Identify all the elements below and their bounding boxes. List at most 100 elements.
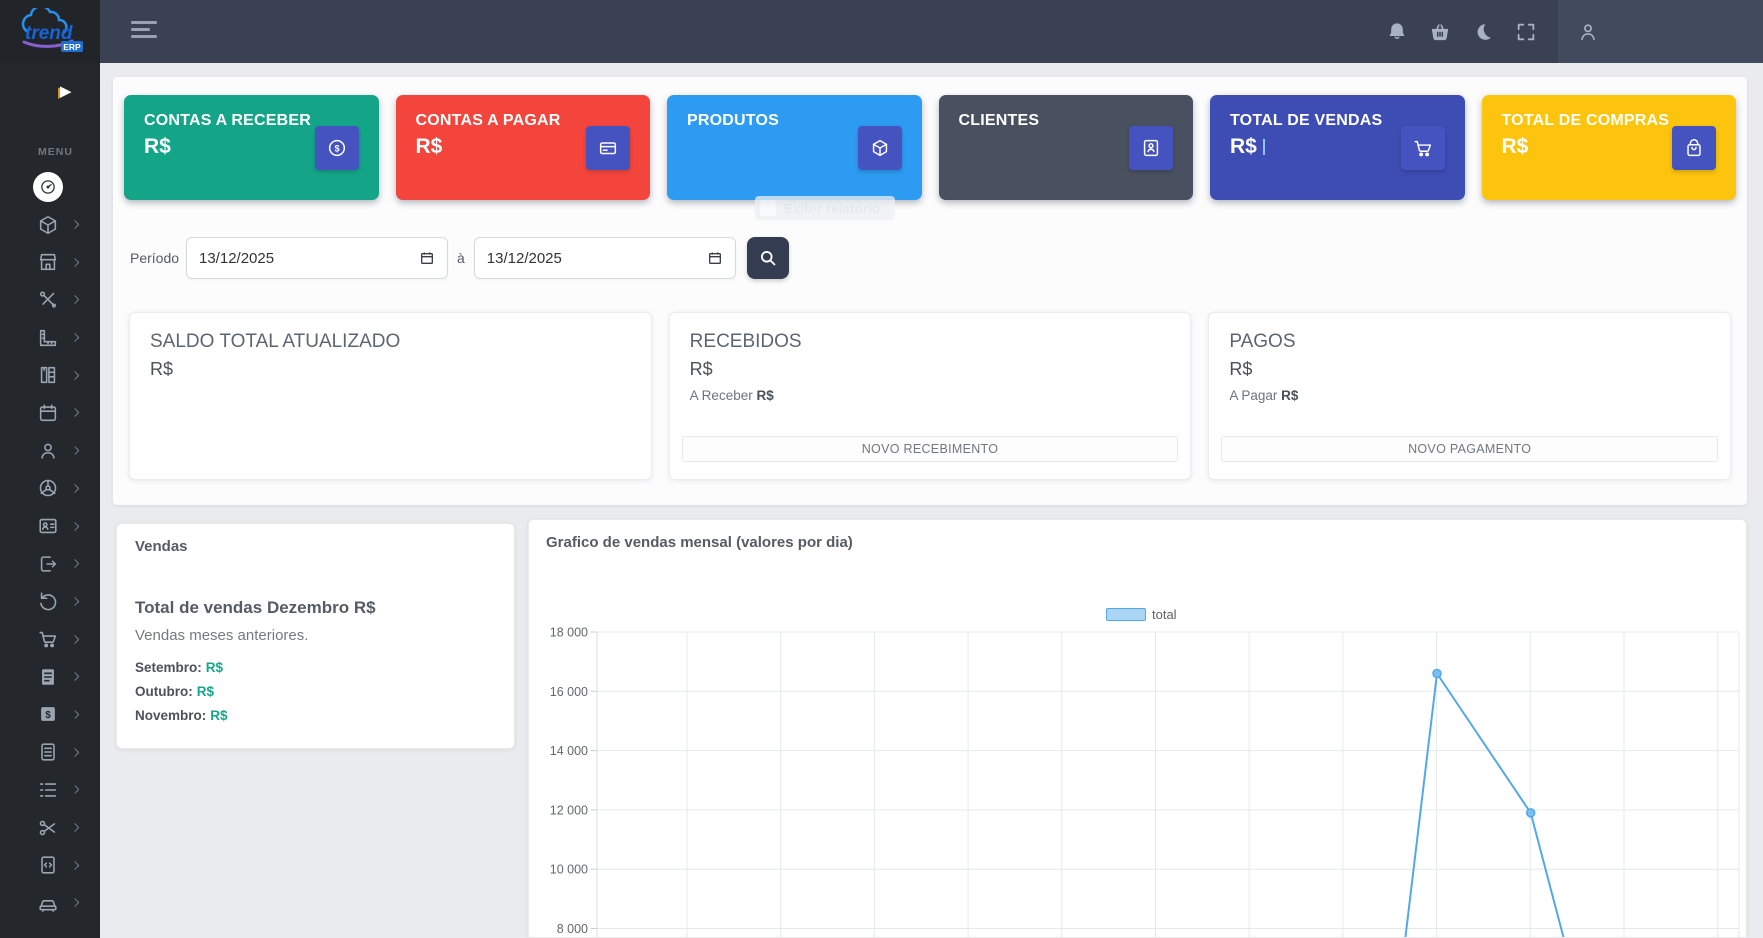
undo-icon xyxy=(36,589,60,613)
search-button[interactable] xyxy=(747,237,789,279)
date-from-input[interactable]: 13/12/2025 xyxy=(186,237,448,279)
sidebar-item-package[interactable] xyxy=(0,206,100,244)
sidebar-item-inventory[interactable] xyxy=(0,356,100,394)
card-title: CONTAS A PAGAR xyxy=(416,112,561,130)
svg-text:$: $ xyxy=(45,710,51,721)
period-separator: à xyxy=(457,250,465,266)
report-icon xyxy=(760,200,776,216)
wheel-icon xyxy=(36,476,60,500)
vendas-title: Vendas xyxy=(135,538,188,555)
notifications-icon[interactable] xyxy=(1385,20,1408,43)
sidebar-item-dashboard[interactable] xyxy=(0,168,100,206)
card-value: R$ xyxy=(144,135,171,159)
sidebar-item-file-code[interactable] xyxy=(0,846,100,884)
sidebar-item-person[interactable] xyxy=(0,432,100,470)
cartw-icon xyxy=(1401,126,1445,170)
sidebar-item-finance[interactable]: $ xyxy=(0,696,100,734)
card-title: CLIENTES xyxy=(959,112,1040,130)
info-cards-row: SALDO TOTAL ATUALIZADOR$RECEBIDOSR$A Rec… xyxy=(129,312,1731,480)
sidebar-item-wheel[interactable] xyxy=(0,470,100,508)
sidebar-item-document-filled[interactable] xyxy=(0,658,100,696)
search-icon xyxy=(758,248,778,268)
dashboard-top-panel: CONTAS A RECEBERR$$CONTAS A PAGARR$PRODU… xyxy=(113,77,1747,505)
invoice-icon xyxy=(36,740,60,764)
summary-card-clientes[interactable]: CLIENTES xyxy=(939,95,1194,200)
card-title: PRODUTOS xyxy=(687,112,779,130)
info-card-title: RECEBIDOS xyxy=(690,331,802,353)
hamburger-menu-icon[interactable] xyxy=(131,21,159,42)
vendas-total: Total de vendas Dezembro R$ xyxy=(135,598,376,618)
cart-icon xyxy=(36,627,60,651)
svg-text:8 000: 8 000 xyxy=(557,922,588,936)
period-filter-row: Período 13/12/2025 à 13/12/2025 xyxy=(130,236,789,280)
chevron-right-icon xyxy=(69,519,83,533)
sidebar-item-cart[interactable] xyxy=(0,620,100,658)
sidebar-item-tools[interactable] xyxy=(0,281,100,319)
info-card-subtitle: A Receber R$ xyxy=(690,388,774,403)
chevron-right-icon xyxy=(69,368,83,382)
summary-card-contas-a-receber[interactable]: CONTAS A RECEBERR$$ xyxy=(124,95,379,200)
app-logo[interactable]: trend ERP xyxy=(0,0,100,63)
sidebar-item-vehicle[interactable] xyxy=(0,884,100,922)
chevron-right-icon xyxy=(69,481,83,495)
sidebar-item-invoice[interactable] xyxy=(0,733,100,771)
card-value: R$ xyxy=(1230,135,1265,159)
summary-card-contas-a-pagar[interactable]: CONTAS A PAGARR$ xyxy=(396,95,651,200)
summary-card-total-de-vendas[interactable]: TOTAL DE VENDAS R$ xyxy=(1210,95,1465,200)
id-card-icon xyxy=(36,514,60,538)
fullscreen-icon[interactable] xyxy=(1514,20,1537,43)
sidebar-item-calendar[interactable] xyxy=(0,394,100,432)
top-header xyxy=(100,0,1763,63)
chevron-right-icon xyxy=(69,707,83,721)
basket-icon[interactable] xyxy=(1428,20,1451,43)
text-cursor xyxy=(1263,139,1265,155)
vehicle-icon xyxy=(36,891,60,915)
dark-mode-icon[interactable] xyxy=(1471,20,1494,43)
user-menu[interactable] xyxy=(1558,0,1763,63)
sidebar-expand-arrow-icon[interactable]: ▶ xyxy=(60,82,72,100)
summary-cards-row: CONTAS A RECEBERR$$CONTAS A PAGARR$PRODU… xyxy=(124,95,1736,200)
inventory-icon xyxy=(36,363,60,387)
pagos-button[interactable]: NOVO PAGAMENTO xyxy=(1221,436,1718,462)
chevron-right-icon xyxy=(69,896,83,910)
calendar-icon xyxy=(707,250,723,266)
info-card-subtitle: A Pagar R$ xyxy=(1229,388,1298,403)
sidebar-item-scissors[interactable] xyxy=(0,809,100,847)
list-icon xyxy=(36,778,60,802)
chevron-right-icon xyxy=(69,783,83,797)
date-to-input[interactable]: 13/12/2025 xyxy=(474,237,736,279)
sidebar-item-ruler[interactable] xyxy=(0,319,100,357)
calendar-icon xyxy=(419,250,435,266)
coin-icon: $ xyxy=(315,126,359,170)
chevron-right-icon xyxy=(69,821,83,835)
chevron-right-icon xyxy=(69,331,83,345)
recebidos-button[interactable]: NOVO RECEBIMENTO xyxy=(682,436,1179,462)
header-icons xyxy=(1385,0,1537,63)
card-title: TOTAL DE COMPRAS xyxy=(1502,112,1670,130)
tools-icon xyxy=(36,288,60,312)
sidebar-item-store[interactable] xyxy=(0,243,100,281)
cube-icon xyxy=(858,126,902,170)
card-title: TOTAL DE VENDAS xyxy=(1230,112,1382,130)
sidebar-item-sign-out[interactable] xyxy=(0,545,100,583)
sidebar-item-list[interactable] xyxy=(0,771,100,809)
sidebar-item-id-card[interactable] xyxy=(0,507,100,545)
ghost-tooltip-text: Exibir relatório xyxy=(784,201,881,216)
info-card-recebidos: RECEBIDOSR$A Receber R$NOVO RECEBIMENTO xyxy=(669,312,1192,480)
vendas-card: Vendas Total de vendas Dezembro R$ Venda… xyxy=(116,523,515,749)
package-icon xyxy=(36,213,60,237)
person-icon xyxy=(36,439,60,463)
info-card-title: PAGOS xyxy=(1229,331,1295,353)
sidebar-item-undo[interactable] xyxy=(0,583,100,621)
summary-card-total-de-compras[interactable]: TOTAL DE COMPRASR$ xyxy=(1482,95,1737,200)
chevron-right-icon xyxy=(69,255,83,269)
sales-line-chart: 18 00016 00014 00012 00010 0008 000 xyxy=(529,620,1747,938)
svg-text:16 000: 16 000 xyxy=(550,685,588,699)
month-total: Outubro:R$ xyxy=(135,684,228,699)
chevron-right-icon xyxy=(69,218,83,232)
file-code-icon xyxy=(36,853,60,877)
chart-title: Grafico de vendas mensal (valores por di… xyxy=(546,534,853,551)
chevron-right-icon xyxy=(69,858,83,872)
logo-sub-text: ERP xyxy=(63,42,81,52)
summary-card-produtos[interactable]: PRODUTOS xyxy=(667,95,922,200)
